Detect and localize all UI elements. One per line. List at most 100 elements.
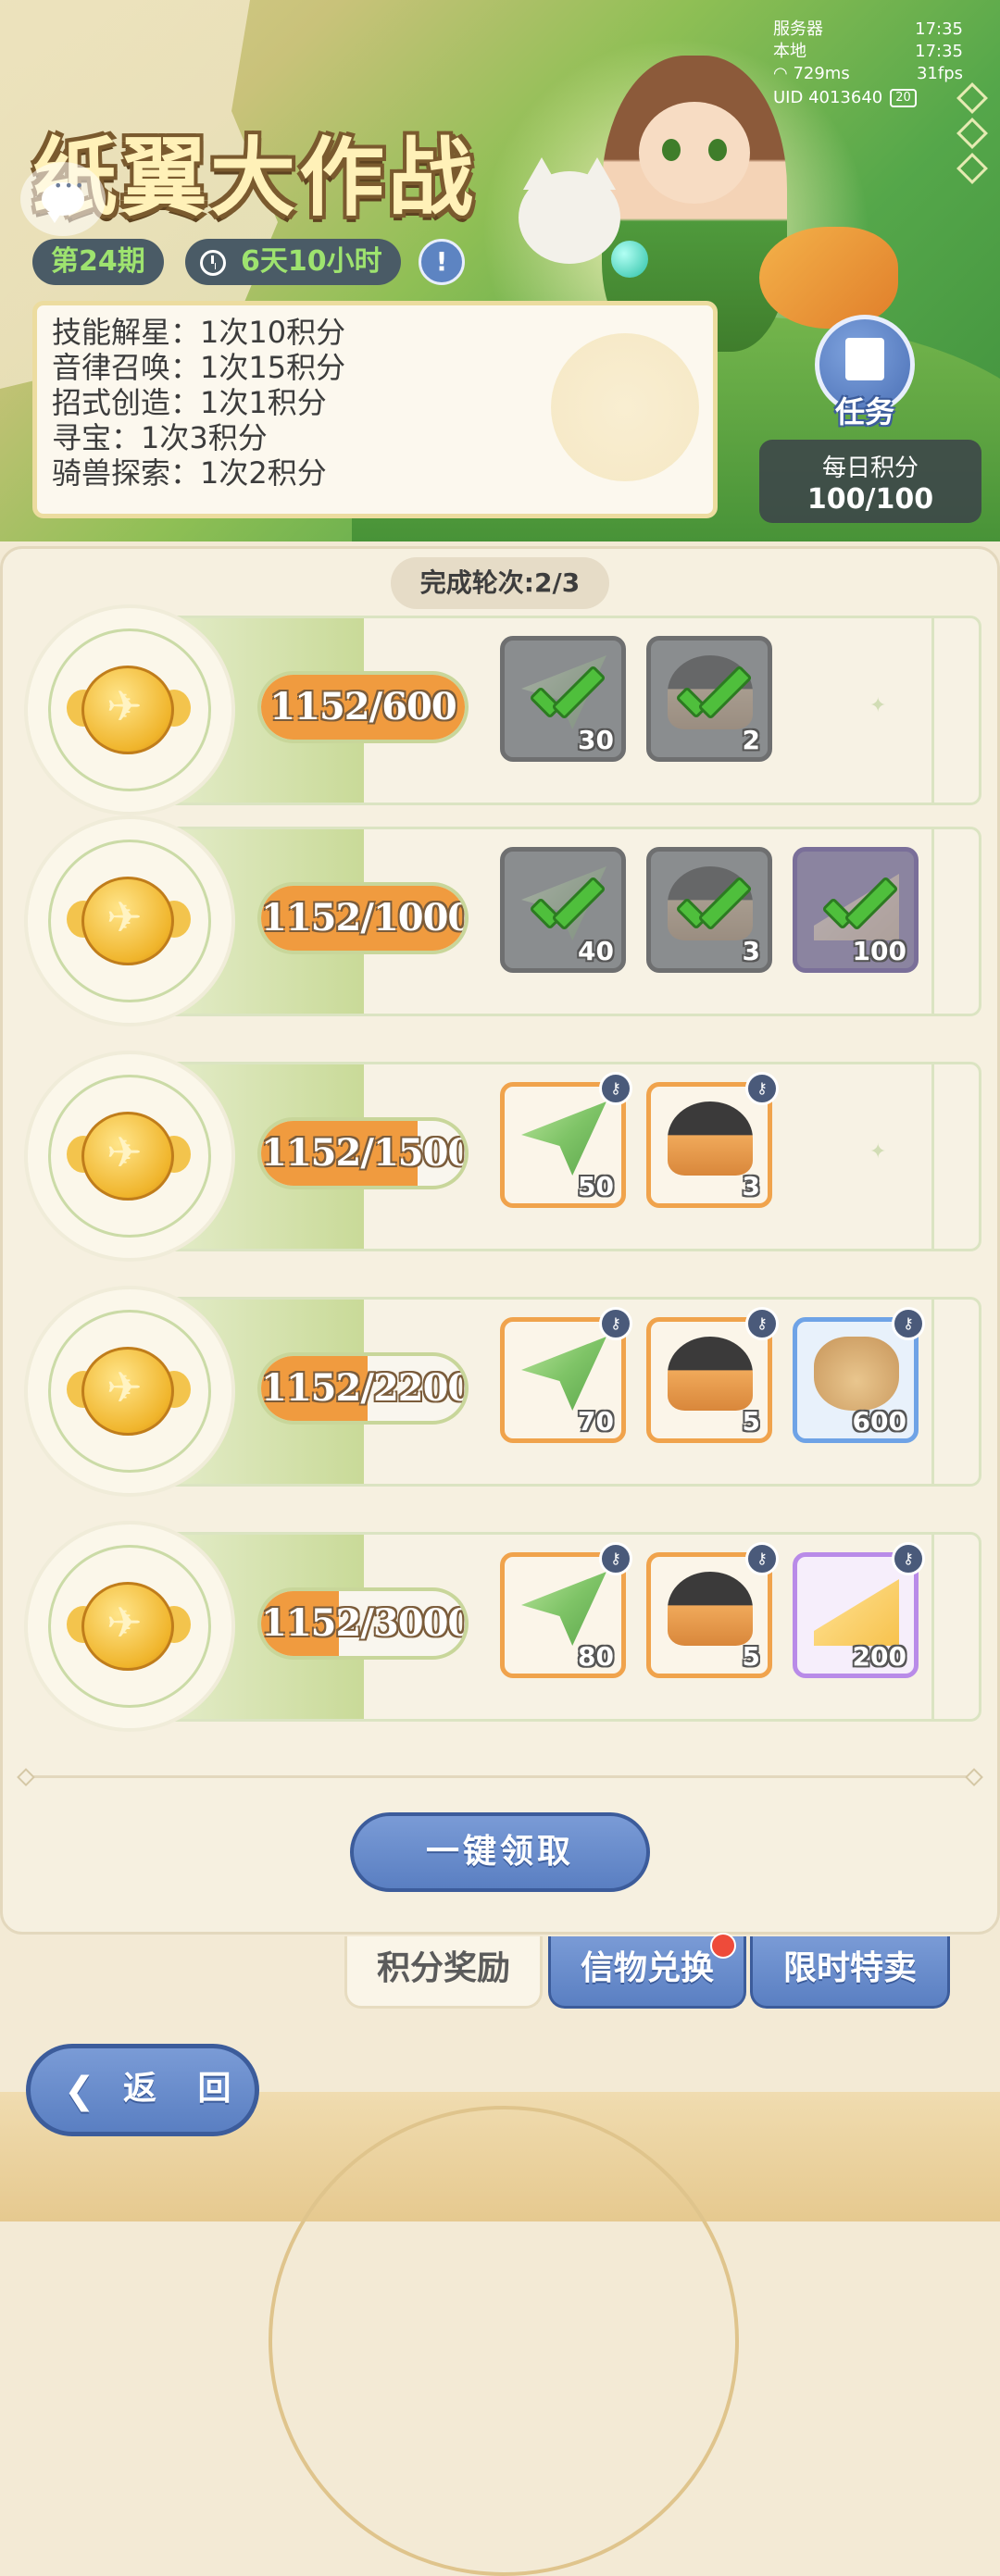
item-quantity: 5 (742, 1406, 760, 1437)
progress-text: 1152/3000 (261, 1601, 469, 1645)
system-stats: 服务器 17:35 本地 17:35 ◠ 729ms 31fps UID 401364… (773, 19, 963, 109)
notification-dot-icon (710, 1933, 736, 1959)
reward-item[interactable]: 70 ⚷ (500, 1307, 632, 1443)
local-label: 本地 (773, 42, 806, 61)
paper-plane-icon (521, 1572, 606, 1646)
exclamation-icon: ! (435, 246, 448, 277)
chat-dots-icon: ••• (54, 177, 86, 194)
diamond-icon (956, 153, 988, 184)
paper-plane-coin-icon (81, 666, 174, 754)
paper-plane-coin-icon (81, 1112, 174, 1201)
bag-icon (814, 1337, 899, 1411)
side-decoration (954, 74, 991, 193)
paper-plane-coin-icon (81, 1347, 174, 1436)
row-ornament (869, 618, 971, 803)
coin-medal (28, 1054, 231, 1258)
paper-plane-icon (521, 1101, 606, 1176)
info-button[interactable]: ! (419, 239, 465, 285)
lock-icon: ⚷ (599, 1542, 632, 1575)
item-quantity: 70 (578, 1406, 614, 1437)
checkmark-icon (521, 657, 605, 740)
progress-text: 1152/600 (269, 685, 456, 728)
diamond-icon (956, 118, 988, 149)
checkmark-icon (814, 868, 897, 952)
reward-item[interactable]: 600 ⚷ (793, 1307, 925, 1443)
lock-icon: ⚷ (745, 1072, 779, 1105)
item-quantity: 200 (852, 1641, 906, 1672)
lock-icon: ⚷ (745, 1542, 779, 1575)
claim-all-button[interactable]: 一键领取 (350, 1812, 650, 1892)
uid-text: UID 4013640 (773, 88, 883, 107)
period-badge: 第24期 (32, 239, 164, 285)
checkmark-icon (521, 868, 605, 952)
reward-item[interactable]: 200 ⚷ (793, 1542, 925, 1678)
reward-item[interactable]: 40 (500, 847, 626, 973)
item-quantity: 50 (578, 1171, 614, 1201)
coin-watermark-icon (551, 333, 699, 481)
reward-item[interactable]: 5 ⚷ (646, 1542, 779, 1678)
progress-text: 1152/1500 (261, 1131, 469, 1175)
lock-icon: ⚷ (599, 1072, 632, 1105)
tab-points-reward[interactable]: 积分奖励 (344, 1936, 543, 2009)
reward-item[interactable]: 30 (500, 636, 626, 762)
daily-points-label: 每日积分 (821, 454, 919, 482)
coin-medal (28, 1289, 231, 1493)
daily-points-box: 每日积分 100/100 (759, 440, 981, 523)
progress-text: 1152/1000 (261, 896, 469, 940)
character-eye (662, 139, 681, 161)
lock-icon: ⚷ (745, 1307, 779, 1340)
fish-pet-illustration (759, 227, 898, 329)
tab-label: 信物兑换 (580, 1949, 714, 1987)
checkmark-icon (668, 868, 751, 952)
server-time: 17:35 (915, 19, 963, 39)
reward-item[interactable]: 5 ⚷ (646, 1307, 779, 1443)
divider (23, 1775, 977, 1778)
bell-icon (668, 1337, 753, 1411)
row-ornament (869, 829, 971, 1014)
lock-icon: ⚷ (892, 1307, 925, 1340)
server-label: 服务器 (773, 19, 823, 39)
progress-text: 1152/2200 (261, 1366, 469, 1410)
book-icon (845, 338, 884, 380)
bell-icon (668, 1572, 753, 1646)
local-time: 17:35 (915, 42, 963, 61)
paper-plane-icon (521, 1337, 606, 1411)
round-counter: 完成轮次:2/3 (391, 557, 609, 609)
character-eye (708, 139, 727, 161)
row-ornament (869, 1064, 971, 1249)
chat-button[interactable]: ••• (20, 162, 106, 236)
task-label[interactable]: 任务 (815, 389, 915, 431)
orb-illustration (611, 241, 648, 278)
back-button[interactable]: ❮ 返 回 (26, 2044, 259, 2136)
battery-icon: 20 (890, 89, 917, 107)
item-quantity: 5 (742, 1641, 760, 1672)
tab-token-exchange[interactable]: 信物兑换 (548, 1933, 746, 2009)
lock-icon: ⚷ (892, 1542, 925, 1575)
arc-decoration (269, 2106, 739, 2576)
diamond-icon (956, 82, 988, 114)
progress-bar: 1152/1500 (257, 1117, 469, 1189)
wifi-icon: ◠ (773, 64, 794, 83)
progress-bar: 1152/600 (257, 671, 469, 743)
clock-icon (200, 250, 226, 276)
back-label: 返 回 (123, 2070, 246, 2108)
tab-limited-sale[interactable]: 限时特卖 (750, 1936, 950, 2009)
row-ornament (869, 1535, 971, 1719)
reward-item[interactable]: 80 ⚷ (500, 1542, 632, 1678)
item-quantity: 600 (852, 1406, 906, 1437)
reward-item[interactable]: 3 ⚷ (646, 1072, 779, 1208)
coin-medal (28, 819, 231, 1023)
countdown-text: 6天10小时 (241, 245, 382, 278)
rules-panel: 技能解星：1次10积分 音律召唤：1次15积分 招式创造：1次1积分 寻宝：1次… (32, 301, 718, 518)
reward-item[interactable]: 2 (646, 636, 772, 762)
cheese-icon (814, 1579, 899, 1646)
progress-bar: 1152/1000 (257, 882, 469, 954)
reward-item[interactable]: 50 ⚷ (500, 1072, 632, 1208)
character-face (639, 102, 750, 204)
paper-plane-coin-icon (81, 1582, 174, 1671)
back-arrow-icon: ❮ (64, 2070, 95, 2112)
reward-item[interactable]: 3 (646, 847, 772, 973)
progress-bar: 1152/2200 (257, 1352, 469, 1425)
lock-icon: ⚷ (599, 1307, 632, 1340)
reward-item[interactable]: 100 (793, 847, 919, 973)
